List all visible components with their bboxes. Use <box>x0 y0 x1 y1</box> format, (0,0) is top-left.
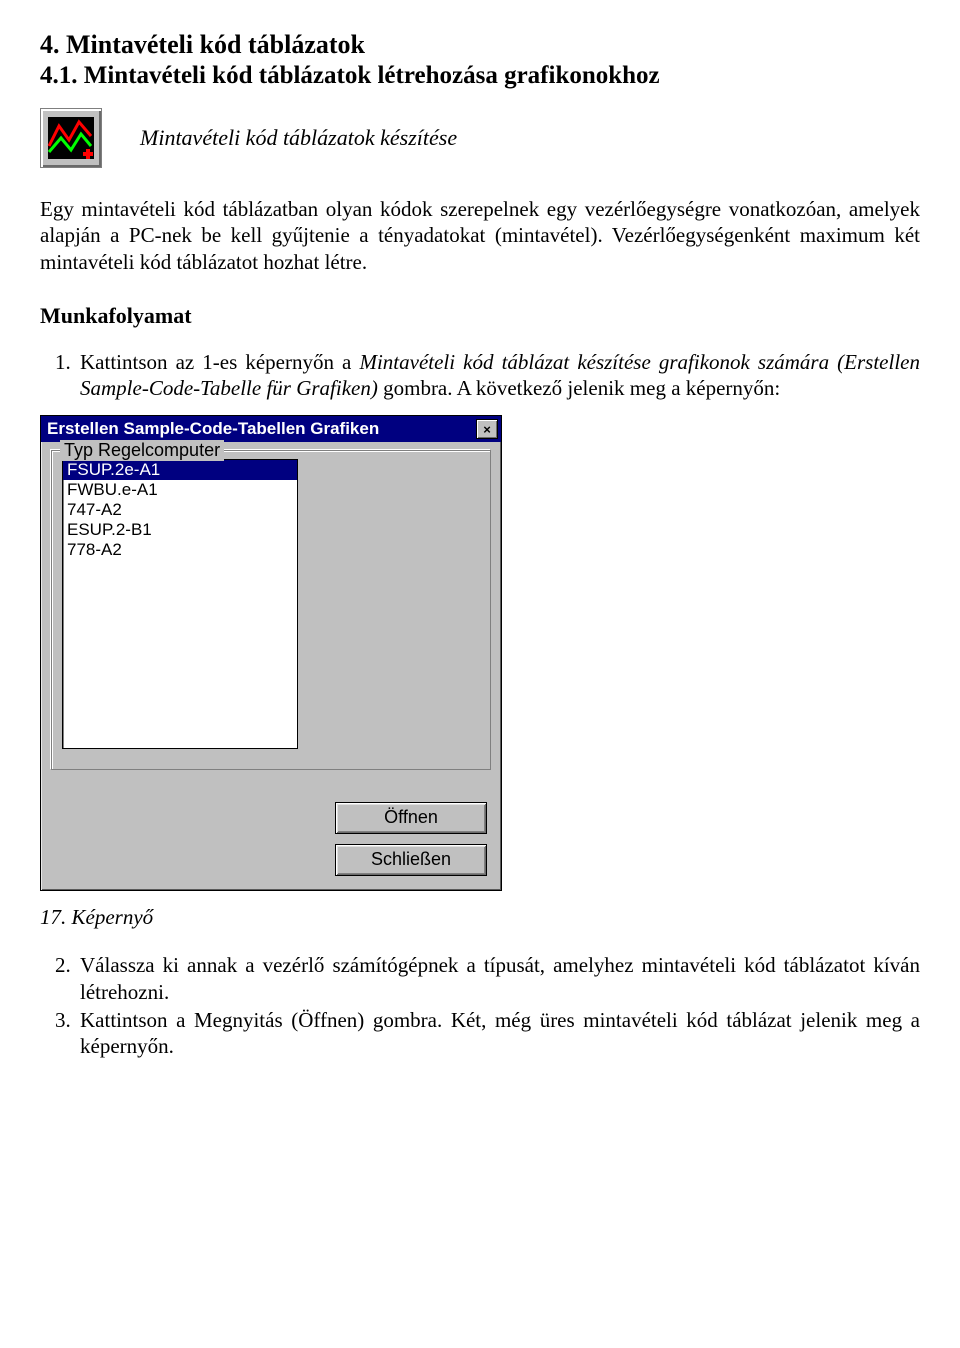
section-heading-4-1: 4.1. Mintavételi kód táblázatok létrehoz… <box>40 62 920 90</box>
workflow-step-list-1: Kattintson az 1-es képernyőn a Mintavéte… <box>40 349 920 402</box>
workflow-step-list-2: Válassza ki annak a vezérlő számítógépne… <box>40 952 920 1059</box>
list-item[interactable]: ESUP.2-B1 <box>63 520 297 540</box>
chart-icon <box>40 108 102 168</box>
intro-paragraph: Egy mintavételi kód táblázatban olyan kó… <box>40 196 920 275</box>
step-1: Kattintson az 1-es képernyőn a Mintavéte… <box>76 349 920 402</box>
list-item[interactable]: FWBU.e-A1 <box>63 480 297 500</box>
icon-title-row: Mintavételi kód táblázatok készítése <box>40 108 920 168</box>
step-3-text-b: Megnyitás (Öffnen) <box>194 1008 364 1032</box>
step-2: Válassza ki annak a vezérlő számítógépne… <box>76 952 920 1005</box>
list-item[interactable]: 778-A2 <box>63 540 297 560</box>
step-1-text-c: gombra. A következő jelenik meg a képern… <box>378 376 780 400</box>
dialog-window: Erstellen Sample-Code-Tabellen Grafiken … <box>40 415 502 891</box>
groupbox-label: Typ Regelcomputer <box>60 440 224 461</box>
section-heading-4: 4. Mintavételi kód táblázatok <box>40 30 920 60</box>
dialog-titlebar: Erstellen Sample-Code-Tabellen Grafiken … <box>41 416 501 442</box>
figure-caption: 17. Képernyő <box>40 905 920 930</box>
list-item[interactable]: 747-A2 <box>63 500 297 520</box>
close-icon[interactable]: × <box>476 419 498 439</box>
list-item[interactable]: FSUP.2e-A1 <box>63 460 297 480</box>
open-button[interactable]: Öffnen <box>335 802 487 834</box>
step-3: Kattintson a Megnyitás (Öffnen) gombra. … <box>76 1007 920 1060</box>
groupbox-typ-regelcomputer: Typ Regelcomputer FSUP.2e-A1 FWBU.e-A1 7… <box>51 450 491 770</box>
workflow-heading: Munkafolyamat <box>40 303 920 329</box>
dialog-title: Erstellen Sample-Code-Tabellen Grafiken <box>47 419 379 439</box>
type-listbox[interactable]: FSUP.2e-A1 FWBU.e-A1 747-A2 ESUP.2-B1 77… <box>62 459 298 749</box>
step-1-text-a: Kattintson az 1-es képernyőn a <box>80 350 359 374</box>
dialog-body: Typ Regelcomputer FSUP.2e-A1 FWBU.e-A1 7… <box>41 442 501 890</box>
step-3-text-a: Kattintson a <box>80 1008 194 1032</box>
icon-title-text: Mintavételi kód táblázatok készítése <box>140 125 457 151</box>
close-button[interactable]: Schließen <box>335 844 487 876</box>
